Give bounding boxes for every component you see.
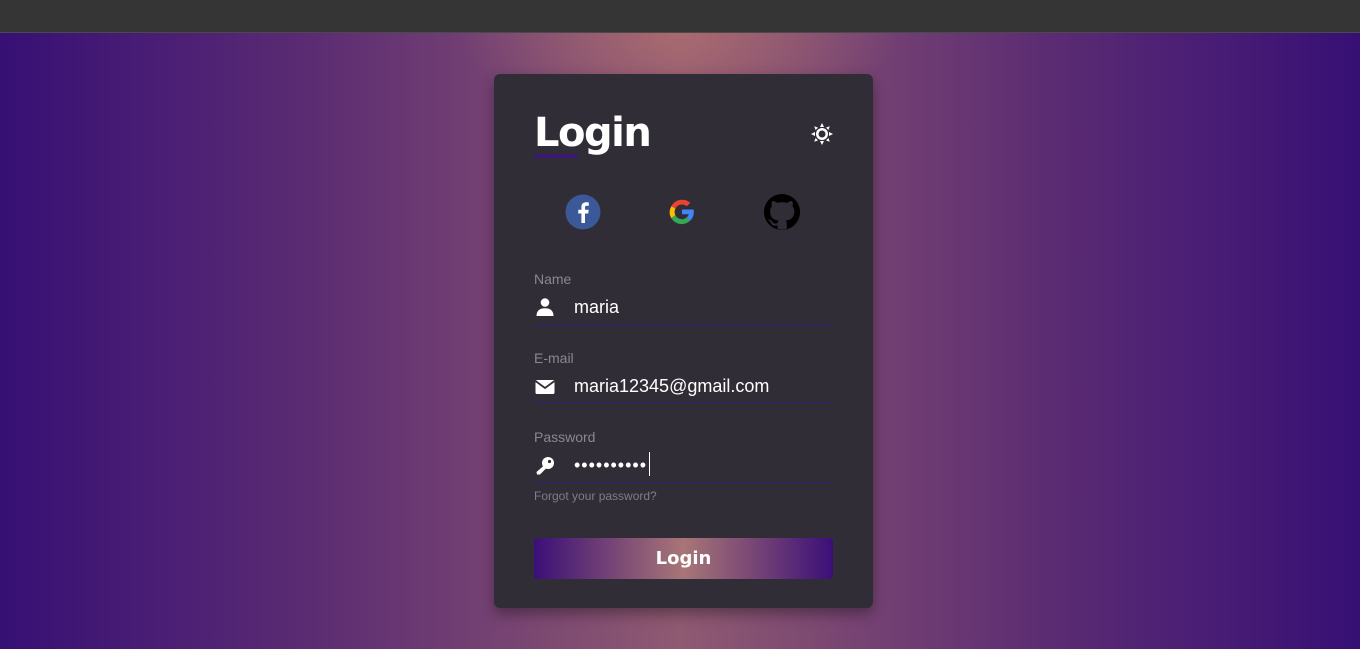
github-icon — [763, 193, 801, 231]
name-underline — [534, 324, 832, 325]
password-label: Password — [534, 429, 596, 445]
email-underline — [534, 403, 832, 404]
browser-top-bar — [0, 0, 1360, 33]
github-login-button[interactable] — [763, 193, 801, 231]
google-login-button[interactable] — [663, 193, 701, 231]
page-title: Login — [534, 110, 652, 156]
login-card: Login Name maria E-mail maria12345@gmail… — [494, 74, 873, 608]
facebook-login-button[interactable] — [564, 193, 602, 231]
envelope-icon — [534, 376, 556, 398]
title-underline — [534, 154, 578, 158]
name-label: Name — [534, 271, 572, 287]
name-input[interactable] — [574, 294, 832, 320]
theme-toggle-button[interactable] — [810, 122, 834, 146]
sun-icon — [811, 123, 833, 145]
email-label: E-mail — [534, 350, 574, 366]
facebook-icon — [565, 194, 601, 230]
password-input[interactable]: •••••••••• — [574, 452, 832, 478]
user-icon — [534, 296, 556, 318]
text-caret — [649, 452, 650, 476]
email-input[interactable] — [574, 373, 832, 399]
key-icon — [534, 455, 556, 477]
google-icon — [669, 199, 694, 225]
password-underline — [534, 482, 832, 483]
login-button[interactable]: Login — [534, 538, 833, 579]
forgot-password-link[interactable]: Forgot your password? — [534, 489, 657, 503]
